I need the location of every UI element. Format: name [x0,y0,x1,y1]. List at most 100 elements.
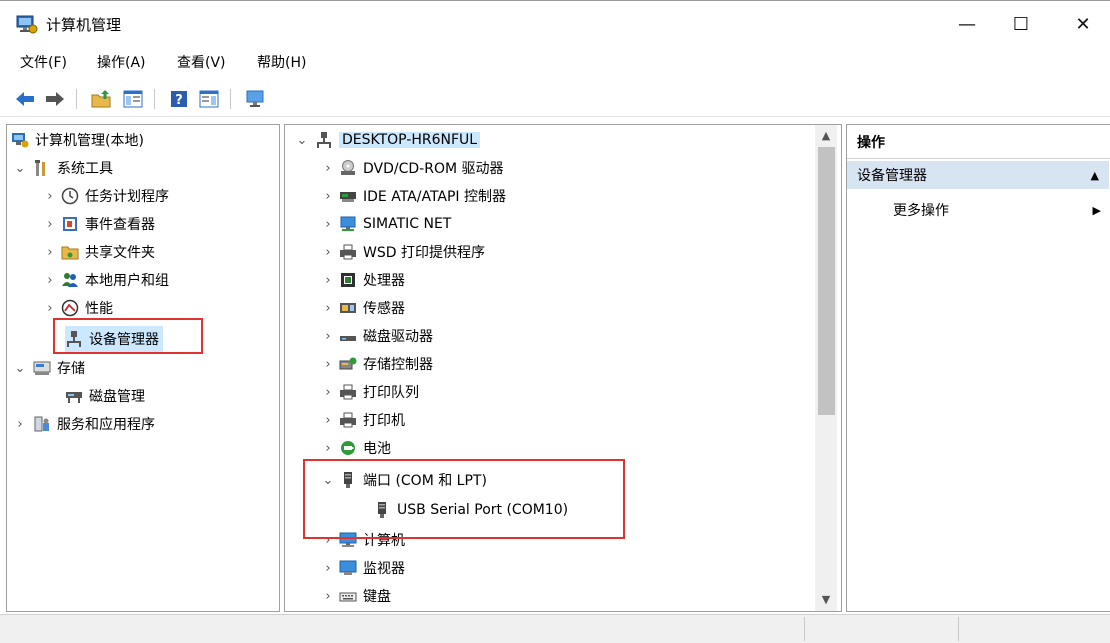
chevron-right-icon[interactable]: › [321,561,335,576]
chevron-right-icon[interactable]: › [321,217,335,232]
device-category-keyboard[interactable]: › 键盘 [321,583,391,609]
device-category-simatic[interactable]: › SIMATIC NET [321,211,451,237]
chevron-down-icon[interactable]: ⌄ [13,361,27,376]
device-category-dvd[interactable]: › DVD/CD-ROM 驱动器 [321,155,504,181]
chevron-right-icon[interactable]: › [321,161,335,176]
device-category-disk[interactable]: › 磁盘驱动器 [321,323,433,349]
show-hide-tree-icon[interactable] [122,88,144,110]
console-tree-pane: 计算机管理(本地) ⌄ 系统工具 › 任务计划程序 › 事件查看器 › 共享文件… [6,124,280,612]
device-category-battery[interactable]: › 电池 [321,435,391,461]
tree-item-disk-management[interactable]: 磁盘管理 [65,383,145,409]
scrollbar-thumb[interactable] [818,147,835,415]
ide-controller-icon [339,187,357,205]
device-category-label: WSD 打印提供程序 [363,245,485,261]
chevron-right-icon[interactable]: › [321,385,335,400]
chevron-right-icon[interactable]: › [43,217,57,232]
tree-system-tools[interactable]: ⌄ 系统工具 [13,155,113,181]
device-category-print-queue[interactable]: › 打印队列 [321,379,419,405]
minimize-button[interactable]: — [940,0,994,48]
network-icon [339,215,357,233]
device-category-label: IDE ATA/ATAPI 控制器 [363,189,507,205]
clock-icon [61,187,79,205]
chevron-down-icon[interactable]: ⌄ [295,133,309,148]
tree-services[interactable]: › 服务和应用程序 [13,411,155,437]
close-button[interactable]: ✕ [1056,0,1110,48]
forward-icon[interactable] [44,88,66,110]
menu-view[interactable]: 查看(V) [177,52,226,72]
device-category-label: 键盘 [363,589,391,605]
tree-root[interactable]: 计算机管理(本地) [11,127,144,153]
chevron-down-icon[interactable]: ⌄ [13,161,27,176]
device-tree-pane: ⌄ DESKTOP-HR6NFUL › DVD/CD-ROM 驱动器 › IDE… [284,124,842,612]
device-category-storage-controller[interactable]: › 存储控制器 [321,351,433,377]
up-folder-icon[interactable] [90,88,112,110]
scroll-down-icon[interactable]: ▼ [815,589,837,609]
tree-item-local-users[interactable]: › 本地用户和组 [43,267,169,293]
action-pane-icon[interactable] [198,88,220,110]
chevron-right-icon[interactable]: › [321,413,335,428]
status-divider [804,617,805,641]
chevron-right-icon[interactable]: › [43,245,57,260]
device-category-wsd[interactable]: › WSD 打印提供程序 [321,239,485,265]
more-actions[interactable]: 更多操作 ▶ [893,197,1105,223]
chevron-right-icon[interactable]: › [321,589,335,604]
monitor-icon[interactable] [244,88,266,110]
tree-root-label: 计算机管理(本地) [35,133,144,149]
menu-action[interactable]: 操作(A) [97,52,146,72]
processor-icon [339,271,357,289]
svg-text:?: ? [175,93,183,108]
device-category-ide[interactable]: › IDE ATA/ATAPI 控制器 [321,183,506,209]
scroll-up-icon[interactable]: ▲ [815,125,837,145]
chevron-right-icon[interactable]: › [321,245,335,260]
maximize-button[interactable]: ☐ [994,0,1048,48]
chevron-right-icon[interactable]: › [321,357,335,372]
system-tools-icon [33,159,51,177]
device-category-label: 磁盘驱动器 [363,329,433,345]
chevron-right-icon[interactable]: › [321,441,335,456]
system-tools-label: 系统工具 [57,161,113,177]
storage-label: 存储 [57,361,85,377]
printer-icon [339,243,357,261]
chevron-right-icon[interactable]: › [43,273,57,288]
chevron-right-icon[interactable]: › [321,189,335,204]
storage-controller-icon [339,355,357,373]
chevron-right-icon[interactable]: › [321,273,335,288]
actions-section-device-manager[interactable]: 设备管理器 ▲ [847,161,1109,189]
help-icon[interactable]: ? [168,88,190,110]
computer-management-icon [11,131,29,149]
tree-item-task-scheduler[interactable]: › 任务计划程序 [43,183,169,209]
chevron-right-icon[interactable]: › [321,301,335,316]
device-root-label: DESKTOP-HR6NFUL [339,132,481,148]
tree-item-label: 性能 [85,301,113,317]
device-category-processor[interactable]: › 处理器 [321,267,405,293]
tree-storage[interactable]: ⌄ 存储 [13,355,85,381]
actions-header: 操作 [847,125,1110,159]
chevron-right-icon[interactable]: › [43,189,57,204]
collapse-triangle-icon[interactable]: ▲ [1091,169,1099,182]
more-actions-label: 更多操作 [893,203,949,219]
status-divider [958,617,959,641]
device-category-printer[interactable]: › 打印机 [321,407,405,433]
tree-item-shared-folders[interactable]: › 共享文件夹 [43,239,155,265]
toolbar-separator [154,89,155,109]
chevron-right-icon[interactable]: › [321,329,335,344]
device-category-label: 打印机 [363,413,405,429]
chevron-right-icon[interactable]: › [13,417,27,432]
printer-icon [339,411,357,429]
submenu-arrow-icon: ▶ [1092,203,1101,217]
shared-folder-icon [61,243,79,261]
device-category-monitor[interactable]: › 监视器 [321,555,405,581]
tree-item-label: 事件查看器 [85,217,155,233]
back-icon[interactable] [14,88,36,110]
device-root[interactable]: ⌄ DESKTOP-HR6NFUL [295,127,481,153]
event-viewer-icon [61,215,79,233]
device-category-sensor[interactable]: › 传感器 [321,295,405,321]
monitor-icon [339,559,357,577]
menu-file[interactable]: 文件(F) [20,52,67,72]
actions-section-label: 设备管理器 [857,168,927,184]
tree-item-event-viewer[interactable]: › 事件查看器 [43,211,155,237]
chevron-right-icon[interactable]: › [43,301,57,316]
menu-help[interactable]: 帮助(H) [257,52,306,72]
device-category-label: 监视器 [363,561,405,577]
vertical-scrollbar[interactable]: ▲ ▼ [815,125,837,611]
